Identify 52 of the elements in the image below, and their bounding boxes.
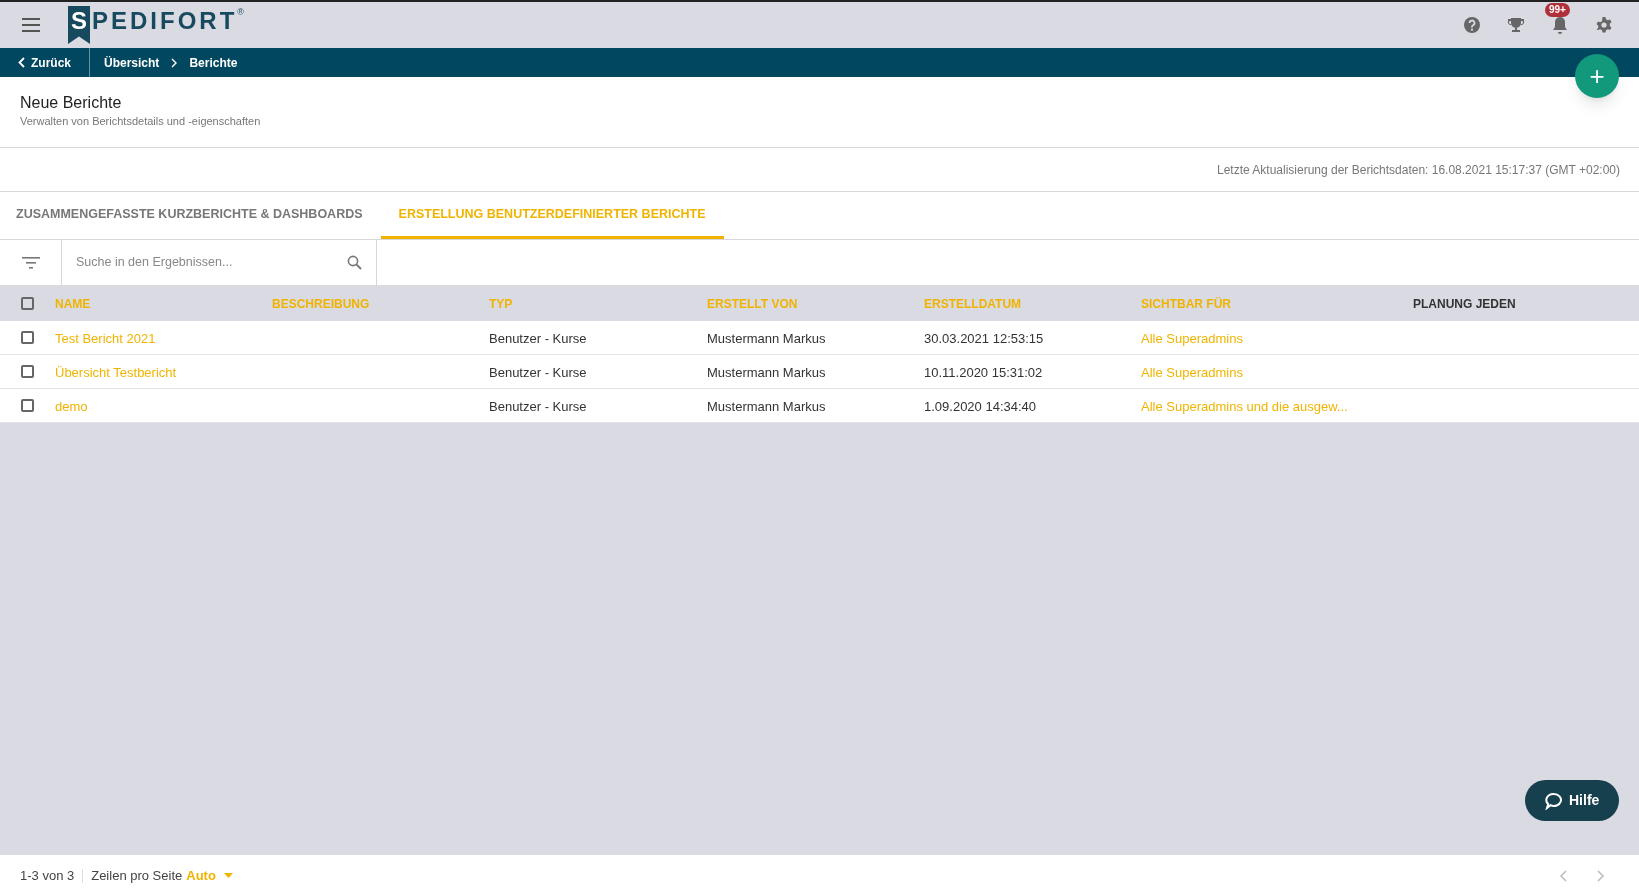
- table-cell: 30.03.2021 12:53:15: [924, 330, 1044, 346]
- table-cell: Mustermann Markus: [707, 398, 826, 414]
- filter-icon[interactable]: [21, 256, 40, 269]
- page-title: Neue Berichte: [20, 93, 123, 113]
- column-header[interactable]: TYP: [489, 297, 513, 311]
- rows-per-page-dropdown[interactable]: Auto: [186, 865, 233, 886]
- chevron-right-icon: [171, 57, 178, 68]
- help-icon[interactable]: [1463, 16, 1481, 34]
- table-cell: Mustermann Markus: [707, 330, 826, 346]
- logo[interactable]: S PEDIFORT®: [68, 6, 244, 44]
- settings-icon[interactable]: [1595, 16, 1613, 34]
- report-link[interactable]: Übersicht Testbericht: [55, 364, 177, 380]
- checkbox[interactable]: [21, 399, 34, 412]
- column-header[interactable]: ERSTELLT VON: [707, 297, 798, 311]
- search-icon[interactable]: [347, 255, 362, 270]
- caret-down-icon: [223, 873, 233, 878]
- table-cell: Benutzer - Kurse: [489, 398, 587, 414]
- report-link[interactable]: Test Bericht 2021: [55, 330, 156, 346]
- help-button[interactable]: Hilfe: [1525, 780, 1620, 821]
- table-cell: 1.09.2020 14:34:40: [924, 398, 1037, 414]
- report-link[interactable]: Alle Superadmins: [1141, 330, 1243, 346]
- chat-bubble-icon: [1545, 791, 1563, 810]
- search-field[interactable]: Suche in den Ergebnissen...: [76, 253, 347, 272]
- notification-badge: 99+: [1545, 3, 1570, 17]
- rows-per-page-label: Zeilen pro Seite: [91, 866, 183, 885]
- checkbox[interactable]: [21, 365, 34, 378]
- last-update-text: Letzte Aktualisierung der Berichtsdaten: 16.08.2021 15:17:37 (GMT +02:00): [1216, 161, 1620, 179]
- column-header[interactable]: SICHTBAR FÜR: [1141, 297, 1231, 311]
- table-cell: Mustermann Markus: [707, 364, 826, 380]
- chevron-right-icon: [1597, 869, 1605, 882]
- table-cell: Benutzer - Kurse: [489, 330, 587, 346]
- column-header[interactable]: ERSTELLDATUM: [924, 297, 1022, 311]
- column-header[interactable]: NAME: [55, 297, 91, 311]
- breadcrumb-link[interactable]: Übersicht: [104, 53, 160, 72]
- report-link[interactable]: Alle Superadmins und die ausgew...: [1141, 398, 1348, 414]
- menu-icon[interactable]: [22, 18, 40, 32]
- column-header: PLANUNG JEDEN: [1413, 297, 1516, 311]
- column-header[interactable]: BESCHREIBUNG: [272, 297, 370, 311]
- table-cell: Benutzer - Kurse: [489, 364, 587, 380]
- breadcrumb-link[interactable]: Berichte: [189, 53, 238, 72]
- trophy-icon[interactable]: [1507, 16, 1525, 34]
- bell-icon[interactable]: [1551, 15, 1569, 35]
- page-subtitle: Verwalten von Berichtsdetails und -eigenschaften: [20, 114, 262, 129]
- checkbox[interactable]: [21, 331, 34, 344]
- pagination-range: 1-3 von 3: [20, 866, 75, 885]
- table-cell: 10.11.2020 15:31:02: [924, 364, 1043, 380]
- report-link[interactable]: Alle Superadmins: [1141, 364, 1243, 380]
- tab[interactable]: ZUSAMMENGEFASSTE KURZBERICHTE & DASHBOARDS: [2, 192, 377, 239]
- chevron-left-icon: [18, 57, 25, 68]
- chevron-left-icon: [1559, 869, 1567, 882]
- checkbox[interactable]: [21, 296, 34, 310]
- report-link[interactable]: demo: [55, 398, 88, 414]
